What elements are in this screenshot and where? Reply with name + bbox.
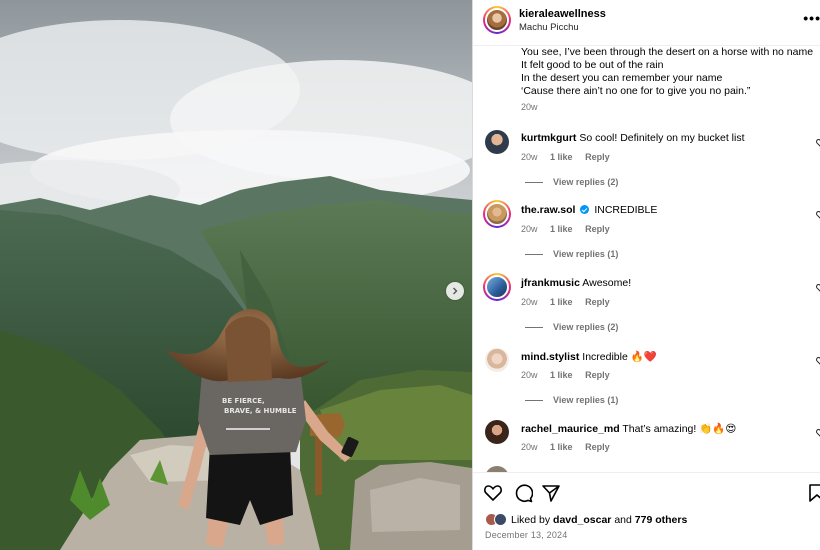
- reply-button[interactable]: Reply: [585, 370, 610, 380]
- post-location[interactable]: Machu Picchu: [519, 22, 579, 33]
- comment-meta: 20w 1 like Reply: [521, 370, 620, 380]
- likes-count-link[interactable]: 779 others: [635, 514, 688, 526]
- view-replies-button[interactable]: View replies (1): [525, 249, 618, 259]
- comment-body: INCREDIBLE: [594, 204, 658, 216]
- comment-likes-link[interactable]: 1 like: [550, 370, 573, 380]
- comment-age: 20w: [521, 152, 538, 162]
- liked-and-label: and: [614, 513, 632, 526]
- comment-text: mind.stylist Incredible 🔥❤️: [521, 350, 657, 363]
- like-comment-heart-icon[interactable]: [816, 356, 820, 366]
- like-comment-heart-icon[interactable]: [816, 283, 820, 293]
- view-replies-button[interactable]: View replies (2): [525, 322, 618, 332]
- commenter-avatar[interactable]: [483, 200, 511, 228]
- next-photo-button[interactable]: [446, 282, 464, 300]
- comment-body: Awesome!: [582, 277, 632, 289]
- caption-line: In the desert you can remember your name: [521, 72, 723, 84]
- machu-picchu-photo: BE FIERCE, BRAVE, & HUMBLE: [0, 0, 472, 550]
- svg-text:BRAVE, & HUMBLE: BRAVE, & HUMBLE: [224, 407, 297, 415]
- post-actions: Liked by davd_oscar and 779 others Decem…: [473, 472, 820, 550]
- comment-body: So cool! Definitely on my bucket list: [579, 132, 745, 144]
- post-photo[interactable]: BE FIERCE, BRAVE, & HUMBLE: [0, 0, 472, 550]
- caption-line: You see, I’ve been through the desert on…: [521, 46, 814, 58]
- caption-line: ‘Cause there ain’t no one for to give yo…: [521, 85, 751, 97]
- comment-meta: 20w 1 like Reply: [521, 297, 620, 307]
- more-horizontal-icon[interactable]: •••: [803, 10, 820, 26]
- comment-item: jfrankmusic Awesome! 20w 1 like Reply Vi…: [473, 273, 820, 345]
- like-comment-heart-icon[interactable]: [816, 210, 820, 220]
- comment-age: 20w: [521, 297, 538, 307]
- commenter-username[interactable]: mind.stylist: [521, 351, 579, 363]
- commenter-avatar[interactable]: [485, 348, 509, 372]
- comment-body: That’s amazing! 👏🔥😍: [622, 423, 737, 435]
- comment-likes-link[interactable]: 1 like: [550, 442, 573, 452]
- like-comment-heart-icon[interactable]: [816, 138, 820, 148]
- comment-meta: 20w 1 like Reply: [521, 152, 620, 162]
- comment-likes-link[interactable]: 1 like: [550, 297, 573, 307]
- chevron-right-icon: [453, 287, 458, 295]
- like-comment-heart-icon[interactable]: [816, 428, 820, 438]
- view-replies-button[interactable]: View replies (2): [525, 177, 618, 187]
- caption-line: It felt good to be out of the rain: [521, 59, 664, 71]
- comment-item: mind.stylist Incredible 🔥❤️ 20w 1 like R…: [473, 348, 820, 418]
- instagram-post-window: BE FIERCE, BRAVE, & HUMBLE kieraleawelln…: [0, 0, 820, 550]
- comment-likes-link[interactable]: 1 like: [550, 224, 573, 234]
- author-username[interactable]: kieraleawellness: [519, 8, 606, 20]
- reply-button[interactable]: Reply: [585, 152, 610, 162]
- commenter-username[interactable]: the.raw.sol: [521, 204, 575, 216]
- comment-age: 20w: [521, 370, 538, 380]
- liked-by-label: Liked by: [511, 513, 551, 526]
- reply-button[interactable]: Reply: [585, 224, 610, 234]
- liked-by-user[interactable]: davd_oscar: [553, 514, 611, 526]
- comment-bubble-icon[interactable]: [513, 483, 533, 503]
- svg-text:BE FIERCE,: BE FIERCE,: [222, 397, 265, 405]
- comment-text: the.raw.sol INCREDIBLE: [521, 204, 657, 216]
- comment-meta: 20w 1 like Reply: [521, 224, 620, 234]
- comment-age: 20w: [521, 224, 538, 234]
- comment-item: kurtmkgurt So cool! Definitely on my buc…: [473, 130, 820, 200]
- reply-button[interactable]: Reply: [585, 442, 610, 452]
- like-heart-icon[interactable]: [483, 483, 503, 503]
- comment-item: rachel_maurice_md That’s amazing! 👏🔥😍 20…: [473, 420, 820, 472]
- comment-text: rachel_maurice_md That’s amazing! 👏🔥😍: [521, 422, 736, 435]
- caption-timestamp: 20w: [521, 102, 538, 112]
- commenter-avatar[interactable]: [485, 420, 509, 444]
- liker-avatar: [494, 513, 507, 526]
- commenter-avatar[interactable]: [483, 273, 511, 301]
- liker-avatars: [485, 513, 507, 526]
- comments-section[interactable]: You see, I’ve been through the desert on…: [473, 46, 820, 472]
- comment-text: kurtmkgurt So cool! Definitely on my buc…: [521, 132, 745, 144]
- share-send-icon[interactable]: [541, 483, 561, 503]
- post-detail-panel: kieraleawellness Machu Picchu ••• You se…: [472, 0, 820, 550]
- commenter-avatar[interactable]: [485, 130, 509, 154]
- comment-meta: 20w 1 like Reply: [521, 442, 620, 452]
- view-replies-button[interactable]: View replies (1): [525, 395, 618, 405]
- commenter-username[interactable]: jfrankmusic: [521, 277, 580, 289]
- save-bookmark-icon[interactable]: [807, 483, 820, 503]
- post-header: kieraleawellness Machu Picchu •••: [473, 0, 820, 46]
- comment-age: 20w: [521, 442, 538, 452]
- comment-item: the.raw.sol INCREDIBLE 20w 1 like Reply …: [473, 200, 820, 272]
- comment-likes-link[interactable]: 1 like: [550, 152, 573, 162]
- comment-body: Incredible 🔥❤️: [582, 351, 657, 363]
- post-caption: You see, I’ve been through the desert on…: [521, 46, 813, 98]
- commenter-username[interactable]: rachel_maurice_md: [521, 423, 620, 435]
- reply-button[interactable]: Reply: [585, 297, 610, 307]
- post-date[interactable]: December 13, 2024: [485, 530, 567, 540]
- verified-badge-icon: [580, 205, 590, 214]
- author-avatar[interactable]: [483, 6, 511, 34]
- comment-text: jfrankmusic Awesome!: [521, 277, 631, 289]
- commenter-username[interactable]: kurtmkgurt: [521, 132, 576, 144]
- likes-summary: Liked by davd_oscar and 779 others: [485, 513, 687, 526]
